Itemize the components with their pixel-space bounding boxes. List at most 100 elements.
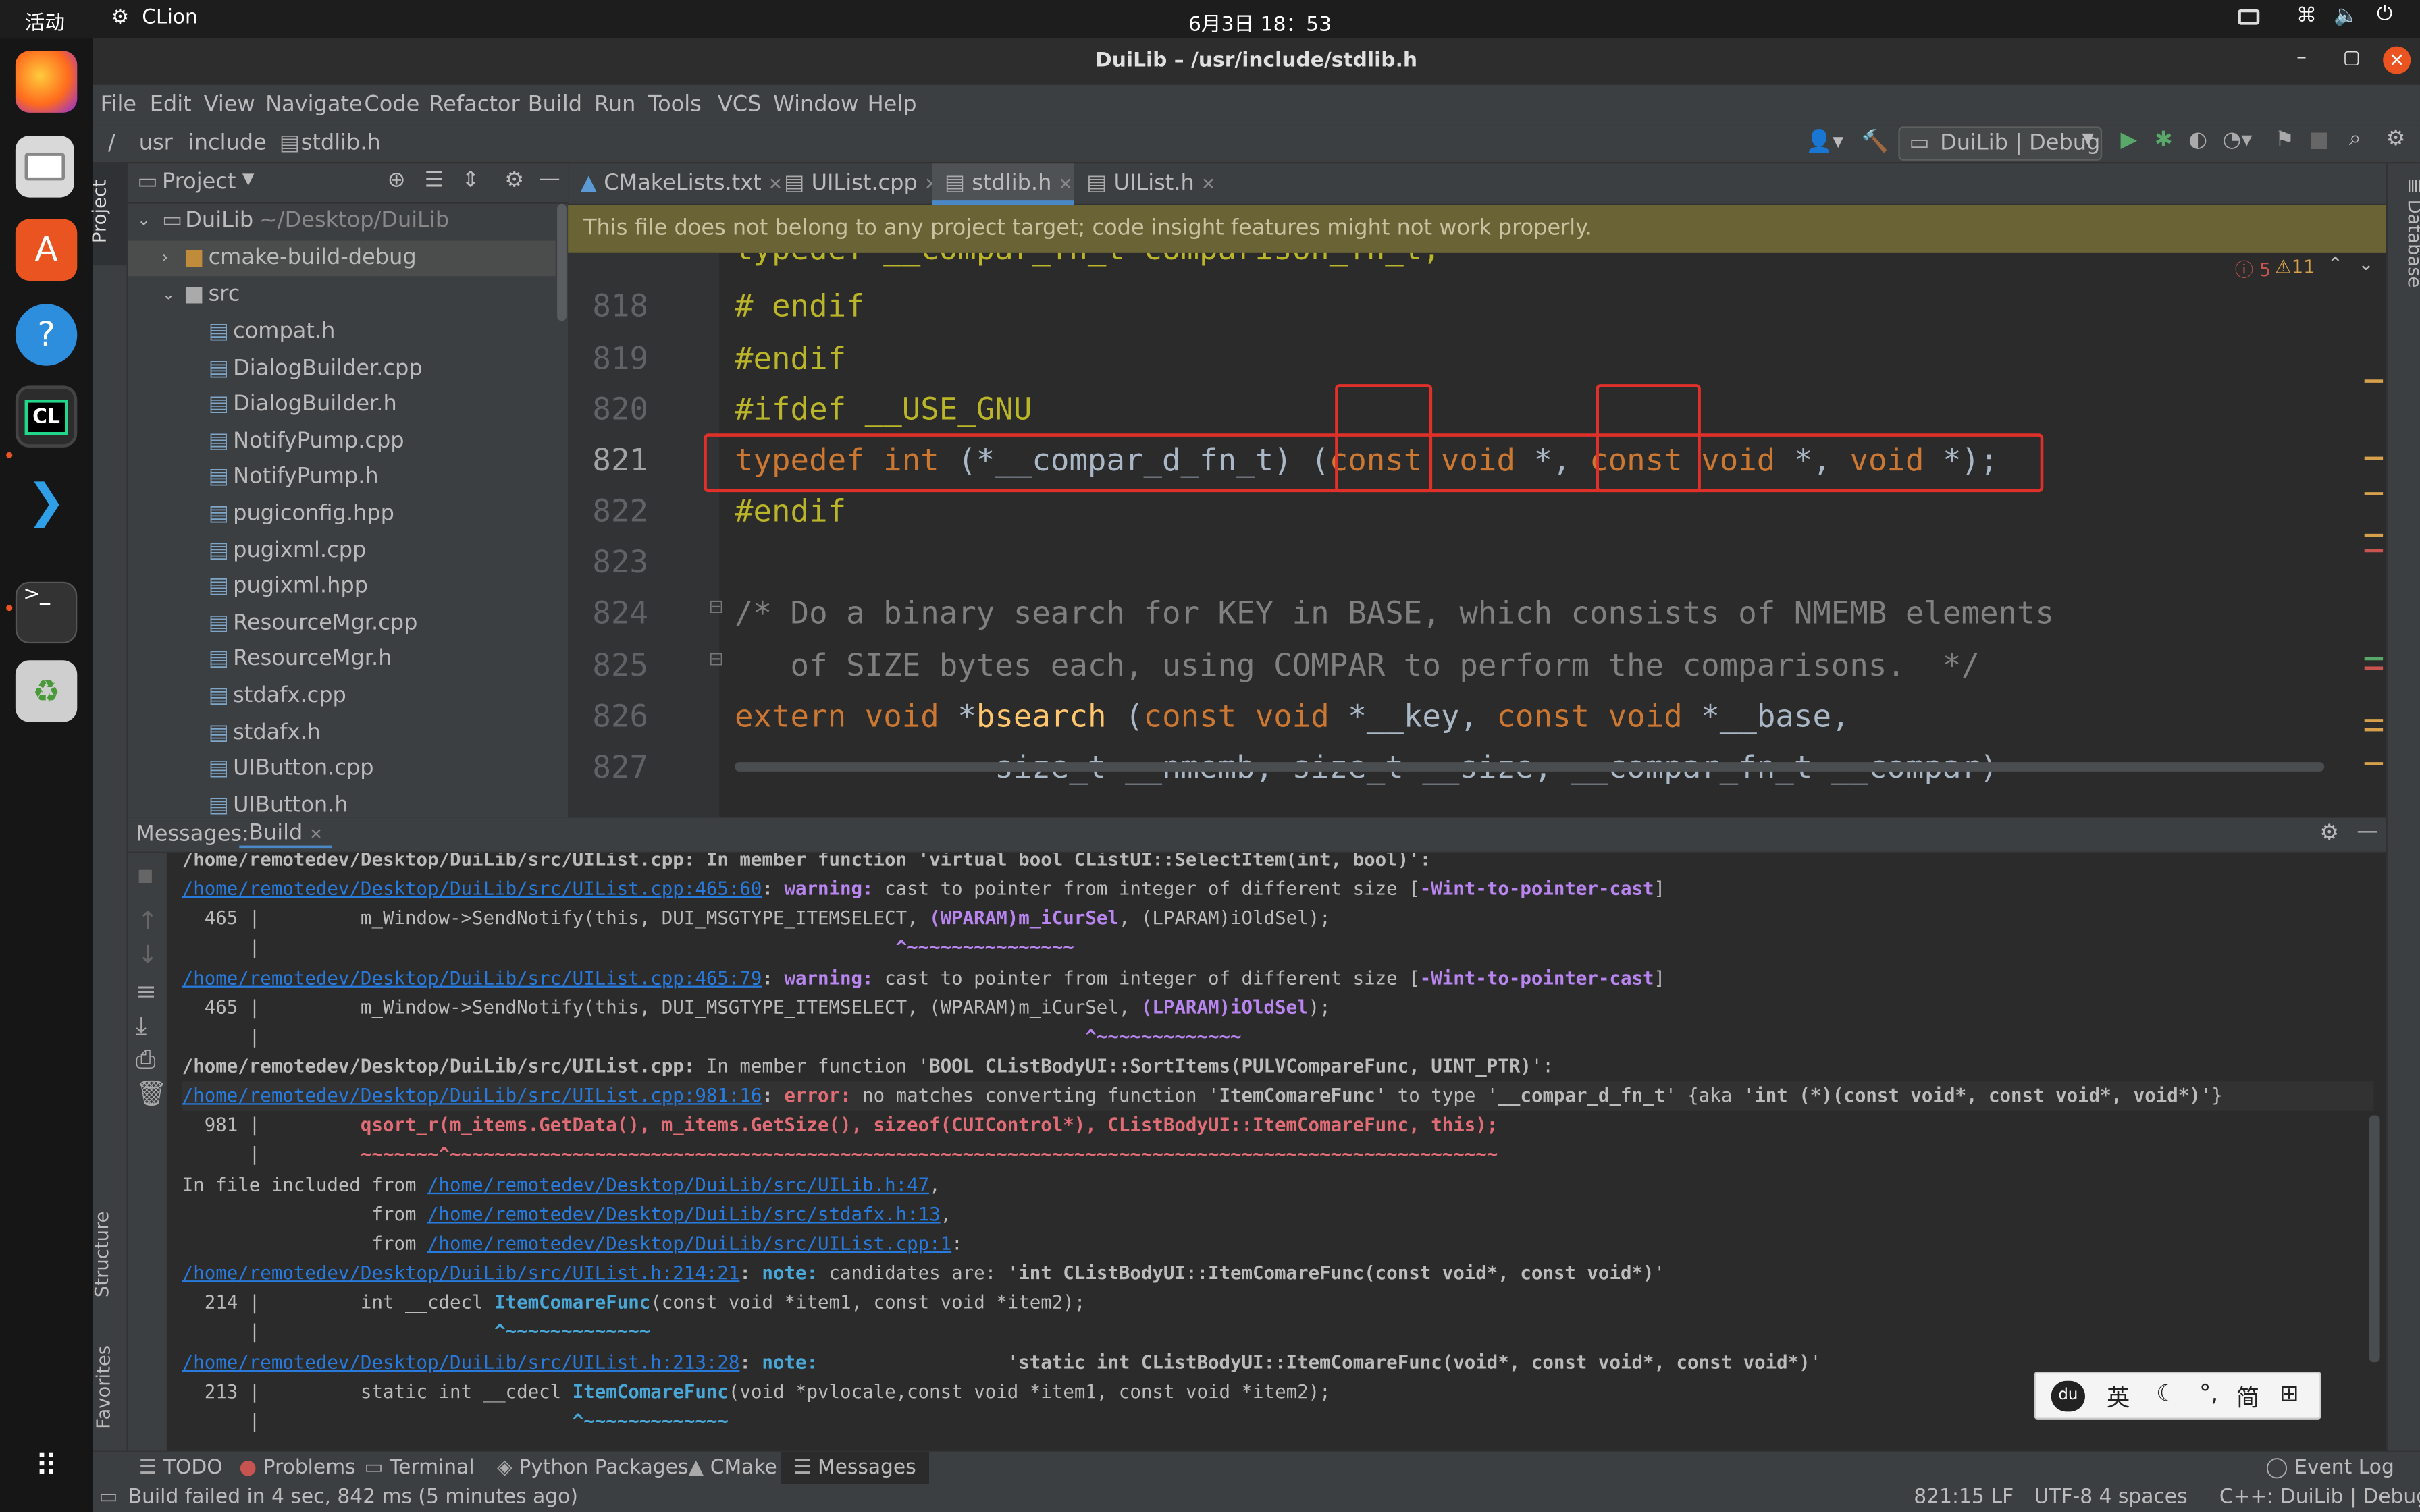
network-icon[interactable]: ⌘ bbox=[2296, 5, 2317, 28]
tree-item-file[interactable]: ▤ pugixml.hpp bbox=[128, 570, 556, 605]
tab-todo[interactable]: ☰ TODO bbox=[139, 1452, 223, 1486]
trash-icon[interactable]: ♻ bbox=[15, 660, 78, 722]
menu-navigate[interactable]: Navigate bbox=[265, 92, 363, 117]
next-highlight-icon[interactable]: ⌄ bbox=[2359, 253, 2374, 275]
tab-cmakelists[interactable]: ▲ CMakeLists.txt ✕ bbox=[568, 163, 783, 205]
event-log-button[interactable]: ◯ Event Log bbox=[2265, 1452, 2394, 1486]
breadcrumb-usr[interactable]: usr bbox=[139, 131, 173, 156]
moon-icon[interactable]: ☾ bbox=[2156, 1379, 2177, 1407]
keyboard-icon[interactable] bbox=[2238, 9, 2260, 25]
menu-build[interactable]: Build bbox=[528, 92, 582, 117]
run-icon[interactable]: ▶ bbox=[2121, 128, 2138, 153]
error-stripe-mark[interactable] bbox=[2364, 762, 2384, 765]
app-name[interactable]: CLion bbox=[142, 6, 198, 29]
error-stripe-mark[interactable] bbox=[2364, 492, 2384, 495]
clock[interactable]: 6月3日 18：53 bbox=[1188, 7, 1332, 37]
menu-file[interactable]: File bbox=[101, 92, 137, 117]
search-icon[interactable]: ⌕ bbox=[2349, 126, 2361, 151]
error-count[interactable]: ⓘ 5 bbox=[2235, 256, 2271, 282]
close-tab-icon[interactable]: ✕ bbox=[1201, 174, 1215, 194]
project-view-selector[interactable]: Project bbox=[162, 169, 236, 194]
error-stripe-mark[interactable] bbox=[2364, 549, 2384, 553]
tab-problems[interactable]: ● Problems bbox=[239, 1452, 355, 1486]
tree-item-file[interactable]: ▤ NotifyPump.h bbox=[128, 460, 556, 496]
ime-logo-icon[interactable]: du bbox=[2051, 1380, 2085, 1412]
activities-button[interactable]: 活动 bbox=[25, 6, 65, 35]
maximize-icon[interactable]: ▢ bbox=[2343, 47, 2361, 68]
log-link[interactable]: /home/remotedev/Desktop/DuiLib/src/UILis… bbox=[427, 1233, 951, 1254]
file-encoding[interactable]: UTF-8 bbox=[2034, 1484, 2093, 1512]
minimize-icon[interactable]: – bbox=[2296, 47, 2307, 70]
tab-uilist-cpp[interactable]: ▤ UIList.cpp ✕ bbox=[772, 163, 939, 205]
error-stripe-mark[interactable] bbox=[2364, 379, 2384, 383]
attach-icon[interactable]: ⚑ bbox=[2275, 128, 2294, 153]
software-center-icon[interactable]: A bbox=[15, 219, 78, 281]
horizontal-scrollbar[interactable] bbox=[734, 762, 2325, 772]
log-scrollbar[interactable] bbox=[2369, 1115, 2380, 1363]
tree-item-file[interactable]: ▤ DialogBuilder.cpp bbox=[128, 351, 556, 387]
log-link[interactable]: /home/remotedev/Desktop/DuiLib/src/UILis… bbox=[182, 1262, 740, 1284]
error-stripe-mark[interactable] bbox=[2364, 657, 2384, 661]
log-link[interactable]: /home/remotedev/Desktop/DuiLib/src/UILis… bbox=[182, 1351, 740, 1373]
error-stripe-mark[interactable] bbox=[2364, 456, 2384, 460]
log-link[interactable]: /home/remotedev/Desktop/DuiLib/src/UILib… bbox=[427, 1174, 929, 1195]
locate-icon[interactable]: ⊕ bbox=[388, 168, 406, 193]
files-icon[interactable] bbox=[15, 136, 74, 198]
build-hammer-icon[interactable]: 🔨 bbox=[1862, 130, 1889, 155]
close-tab-icon[interactable]: ✕ bbox=[1059, 174, 1073, 194]
line-separator[interactable]: LF bbox=[1991, 1484, 2014, 1512]
tree-item-file[interactable]: ▤ stdafx.cpp bbox=[128, 679, 556, 715]
status-icon[interactable]: ▭ bbox=[99, 1484, 117, 1512]
menu-refactor[interactable]: Refactor bbox=[429, 92, 519, 117]
log-link[interactable]: /home/remotedev/Desktop/DuiLib/src/UILis… bbox=[182, 1085, 762, 1106]
tab-build[interactable]: Build ✕ bbox=[239, 821, 332, 849]
menu-edit[interactable]: Edit bbox=[150, 92, 192, 117]
firefox-icon[interactable] bbox=[15, 51, 78, 113]
error-stripe-mark[interactable] bbox=[2364, 719, 2384, 722]
tree-item-root[interactable]: ⌄ ▭ DuiLib ~/Desktop/DuiLib bbox=[128, 204, 556, 240]
gear-icon[interactable]: ⚙ bbox=[504, 168, 524, 193]
terminal-icon[interactable]: >_ bbox=[15, 581, 78, 644]
tree-item-file[interactable]: ▤ pugiconfig.hpp bbox=[128, 497, 556, 533]
collapse-all-icon[interactable]: ☰ bbox=[425, 168, 444, 193]
menu-vcs[interactable]: VCS bbox=[718, 92, 762, 117]
breadcrumb-include[interactable]: include bbox=[188, 131, 267, 156]
user-icon[interactable]: 👤▾ bbox=[1806, 130, 1843, 155]
indent-setting[interactable]: 4 spaces bbox=[2099, 1484, 2188, 1512]
error-stripe-mark[interactable] bbox=[2364, 728, 2384, 732]
ime-simplified-toggle[interactable]: 简 bbox=[2236, 1381, 2259, 1413]
profile-icon[interactable]: ◔▾ bbox=[2222, 128, 2252, 153]
settings-icon[interactable]: ⚙ bbox=[2386, 126, 2406, 151]
warning-count[interactable]: ⚠11 bbox=[2275, 256, 2315, 277]
tree-item-file[interactable]: ▤ ResourceMgr.cpp bbox=[128, 606, 556, 642]
log-link[interactable]: /home/remotedev/Desktop/DuiLib/src/UILis… bbox=[182, 878, 762, 900]
menu-tools[interactable]: Tools bbox=[648, 92, 702, 117]
hide-icon[interactable]: — bbox=[539, 167, 560, 192]
tree-item-file[interactable]: ▤ UIButton.h bbox=[128, 788, 556, 818]
tree-item-file[interactable]: ▤ pugixml.cpp bbox=[128, 533, 556, 569]
code-view[interactable]: typedef __compar_fn_t comparison_fn_t; 8… bbox=[568, 253, 2386, 818]
tree-item-file[interactable]: ▤ ResourceMgr.h bbox=[128, 643, 556, 678]
build-log[interactable]: /home/remotedev/Desktop/DuiLib/src/UILis… bbox=[128, 853, 2386, 1451]
menu-view[interactable]: View bbox=[204, 92, 255, 117]
fold-icon[interactable]: ⊟ bbox=[708, 648, 724, 670]
tree-scrollbar[interactable] bbox=[555, 203, 569, 818]
build-status-text[interactable]: Build failed in 4 sec, 842 ms (5 minutes… bbox=[128, 1484, 578, 1512]
cursor-position[interactable]: 821:15 bbox=[1914, 1484, 1984, 1512]
run-config-selector[interactable]: ▭ DuiLib | Debug ▼ bbox=[1898, 126, 2103, 161]
breadcrumb-root[interactable]: / bbox=[108, 131, 115, 156]
resolve-context[interactable]: C++: DuiLib | Debug bbox=[2219, 1484, 2420, 1512]
power-icon[interactable]: ⏻ bbox=[2377, 3, 2393, 26]
database-tool-tab[interactable]: ≣ Database bbox=[2388, 176, 2420, 300]
tab-uilist-h[interactable]: ▤ UIList.h ✕ bbox=[1074, 163, 1216, 205]
close-icon[interactable]: ✕ bbox=[2383, 46, 2411, 74]
tab-python-packages[interactable]: ◈ Python Packages bbox=[497, 1452, 688, 1486]
coverage-icon[interactable]: ◐ bbox=[2188, 128, 2207, 153]
tree-item-src[interactable]: ⌄ ■ src bbox=[128, 277, 556, 313]
menu-run[interactable]: Run bbox=[594, 92, 635, 117]
tree-item-cmake-build-debug[interactable]: › ■ cmake-build-debug bbox=[128, 240, 556, 277]
tab-cmake[interactable]: ▲ CMake bbox=[688, 1452, 777, 1486]
tree-item-file[interactable]: ▤ NotifyPump.cpp bbox=[128, 424, 556, 460]
volume-icon[interactable]: 🔈 bbox=[2334, 5, 2359, 28]
ime-lang-toggle[interactable]: 英 bbox=[2107, 1381, 2130, 1413]
